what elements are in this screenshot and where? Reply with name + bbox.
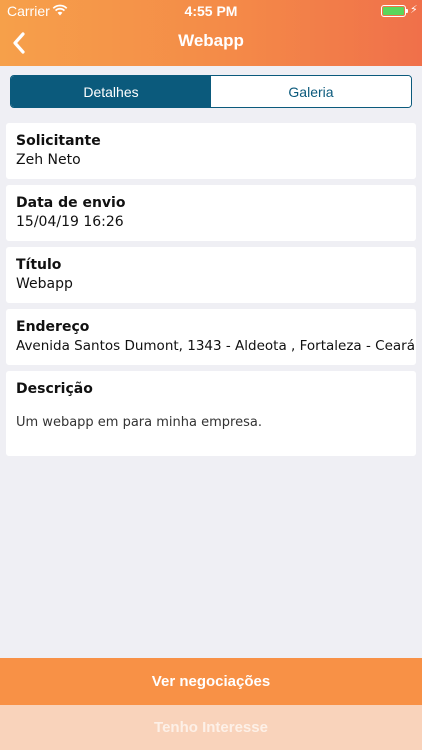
battery-icon xyxy=(381,5,406,17)
ver-negociacoes-button[interactable]: Ver negociações xyxy=(0,658,422,705)
battery-tip xyxy=(406,9,408,13)
titulo-value: Webapp xyxy=(16,276,73,292)
endereco-value: Avenida Santos Dumont, 1343 - Aldeota , … xyxy=(16,338,415,354)
status-bar: Carrier 4:55 PM ⚡ xyxy=(0,0,422,22)
charging-bolt-icon: ⚡ xyxy=(410,3,418,16)
detail-card-descricao: Descrição Um webapp em para minha empres… xyxy=(6,371,416,456)
endereco-label: Endereço xyxy=(16,319,90,335)
titulo-label: Título xyxy=(16,257,62,273)
solicitante-value: Zeh Neto xyxy=(16,152,81,168)
navigation-header: Carrier 4:55 PM ⚡ Webapp xyxy=(0,0,422,66)
data-envio-value: 15/04/19 16:26 xyxy=(16,214,124,230)
detail-card-endereco: Endereço Avenida Santos Dumont, 1343 - A… xyxy=(6,309,416,365)
status-time: 4:55 PM xyxy=(184,3,238,19)
detail-card-data-envio: Data de envio 15/04/19 16:26 xyxy=(6,185,416,241)
segmented-control: Detalhes Galeria xyxy=(10,75,412,108)
descricao-value: Um webapp em para minha empresa. xyxy=(16,415,262,430)
tab-detalhes[interactable]: Detalhes xyxy=(11,76,211,107)
detail-card-titulo: Título Webapp xyxy=(6,247,416,303)
tab-galeria[interactable]: Galeria xyxy=(211,76,411,107)
page-title: Webapp xyxy=(178,31,244,50)
tenho-interesse-button[interactable]: Tenho Interesse xyxy=(0,705,422,750)
detail-card-solicitante: Solicitante Zeh Neto xyxy=(6,123,416,179)
data-envio-label: Data de envio xyxy=(16,195,126,211)
solicitante-label: Solicitante xyxy=(16,133,101,149)
descricao-label: Descrição xyxy=(16,381,93,397)
